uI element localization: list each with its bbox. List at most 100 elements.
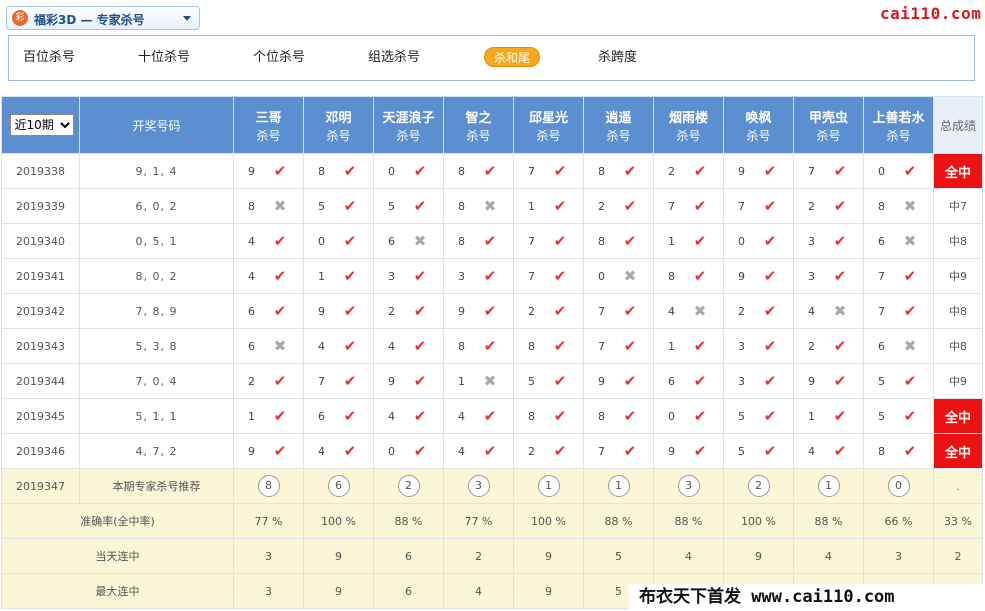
recommend-cell: 1: [793, 468, 864, 504]
pick-number: 1: [248, 410, 255, 423]
check-icon: ✔: [483, 407, 497, 425]
recommend-issue: 2019347: [1, 468, 80, 504]
expert-pick-cell: 0 ✔: [723, 223, 794, 259]
expert-sub-label: 杀号: [676, 128, 701, 143]
check-icon: ✔: [483, 267, 497, 285]
pick-number: 5: [738, 445, 745, 458]
pick-number: 8: [458, 200, 465, 213]
pick-number: 9: [598, 375, 605, 388]
check-icon: ✔: [483, 302, 497, 320]
stat-value: 100 %: [723, 503, 794, 539]
tab-group-kill[interactable]: 组选杀号: [368, 48, 420, 68]
pick-number: 8: [248, 200, 255, 213]
stat-value: 66 %: [863, 503, 934, 539]
check-icon: ✔: [623, 232, 637, 250]
check-icon: ✔: [553, 162, 567, 180]
pick-number: 5: [388, 200, 395, 213]
pick-number: 6: [248, 340, 255, 353]
check-icon: ✔: [623, 442, 637, 460]
expert-name: 烟雨楼: [668, 110, 708, 126]
lottery-selector[interactable]: 彩 福彩3D — 专家杀号: [6, 6, 200, 30]
pick-number: 5: [878, 375, 885, 388]
cross-icon: ✖: [903, 232, 917, 250]
recommend-cell: 1: [513, 468, 584, 504]
pick-number: 4: [248, 235, 255, 248]
pick-number: 4: [668, 305, 675, 318]
period-select[interactable]: 近10期: [9, 114, 74, 136]
expert-pick-cell: 0 ✔: [373, 153, 444, 189]
check-icon: ✔: [343, 162, 357, 180]
check-icon: ✔: [903, 162, 917, 180]
expert-sub-label: 杀号: [396, 128, 421, 143]
expert-pick-cell: 3 ✔: [723, 328, 794, 364]
check-icon: ✔: [553, 442, 567, 460]
expert-name: 逍遥: [605, 110, 632, 126]
cross-icon: ✖: [413, 232, 427, 250]
table-row: 2019342 7, 8, 9 6 ✔ 9 ✔ 2 ✔ 9 ✔ 2 ✔ 7 ✔ 4 ✖ 2 ✔ 4 ✖ 7 ✔ 中8: [1, 293, 983, 329]
recommend-cell: 3: [443, 468, 514, 504]
pick-number: 0: [878, 165, 885, 178]
expert-pick-cell: 6 ✔: [653, 363, 724, 399]
check-icon: ✔: [483, 442, 497, 460]
check-icon: ✔: [413, 162, 427, 180]
cross-icon: ✖: [273, 197, 287, 215]
top-bar: 彩 福彩3D — 专家杀号 cai110.com: [0, 0, 985, 35]
stat-value: 3: [863, 538, 934, 574]
tab-tens-kill[interactable]: 十位杀号: [138, 48, 190, 68]
pick-number: 8: [878, 445, 885, 458]
expert-pick-cell: 9 ✔: [233, 433, 304, 469]
tab-span-kill[interactable]: 杀跨度: [598, 48, 637, 68]
check-icon: ✔: [273, 407, 287, 425]
expert-pick-cell: 7 ✔: [723, 188, 794, 224]
issue-number: 2019343: [1, 328, 80, 364]
pick-number: 2: [668, 165, 675, 178]
expert-sub-label: 杀号: [816, 128, 841, 143]
check-icon: ✔: [413, 337, 427, 355]
pick-number: 4: [248, 270, 255, 283]
check-icon: ✔: [343, 197, 357, 215]
check-icon: ✔: [693, 162, 707, 180]
expert-pick-cell: 5 ✔: [863, 363, 934, 399]
check-icon: ✔: [833, 197, 847, 215]
issue-number: 2019346: [1, 433, 80, 469]
pick-number: 4: [458, 445, 465, 458]
expert-pick-cell: 4 ✔: [373, 398, 444, 434]
stat-value: 6: [373, 573, 444, 609]
check-icon: ✔: [273, 302, 287, 320]
draw-number: 9, 1, 4: [79, 153, 234, 189]
stat-label: 当天连中: [1, 538, 234, 574]
pick-number: 4: [388, 410, 395, 423]
recommend-pick: 6: [327, 475, 350, 497]
expert-header: 天涯浪子 杀号: [373, 96, 444, 154]
accuracy-row: 准确率(全中率) 77 % 100 % 88 % 77 % 100 % 88 % 88 % 10…: [1, 503, 983, 539]
check-icon: ✔: [343, 407, 357, 425]
pick-number: 7: [668, 200, 675, 213]
expert-pick-cell: 6 ✖: [863, 328, 934, 364]
total-result: 中8: [933, 223, 983, 259]
check-icon: ✔: [483, 337, 497, 355]
pick-number: 5: [738, 410, 745, 423]
pick-number: 1: [458, 375, 465, 388]
expert-pick-cell: 5 ✔: [303, 188, 374, 224]
total-header: 总成绩: [933, 96, 983, 154]
tab-hundreds-kill[interactable]: 百位杀号: [23, 48, 75, 68]
expert-kill-table: 近10期 开奖号码 三哥 杀号 邓明 杀号 天涯浪子 杀号 智之 杀号 邱星光 杀号 逍遥 杀号 烟雨楼…: [1, 96, 983, 609]
pick-number: 5: [528, 375, 535, 388]
recommend-pick: 2: [397, 475, 420, 497]
stat-value: 5: [583, 538, 654, 574]
pick-number: 4: [318, 340, 325, 353]
expert-pick-cell: 0 ✔: [373, 433, 444, 469]
expert-pick-cell: 2 ✔: [373, 293, 444, 329]
expert-pick-cell: 3 ✔: [793, 258, 864, 294]
expert-pick-cell: 7 ✔: [513, 223, 584, 259]
tab-sum-tail-kill[interactable]: 杀和尾: [484, 47, 541, 67]
pick-number: 6: [668, 375, 675, 388]
expert-header: 上善若水 杀号: [863, 96, 934, 154]
draw-number-header: 开奖号码: [79, 96, 234, 154]
tab-units-kill[interactable]: 个位杀号: [253, 48, 305, 68]
expert-pick-cell: 0 ✔: [653, 398, 724, 434]
expert-header: 甲壳虫 杀号: [793, 96, 864, 154]
expert-pick-cell: 2 ✔: [233, 363, 304, 399]
table-row: 2019339 6, 0, 2 8 ✖ 5 ✔ 5 ✔ 8 ✖ 1 ✔ 2 ✔ 7 ✔ 7 ✔ 2 ✔ 8 ✖ 中7: [1, 188, 983, 224]
tab-bar: 百位杀号 十位杀号 个位杀号 组选杀号 杀和尾 杀跨度: [8, 35, 975, 81]
